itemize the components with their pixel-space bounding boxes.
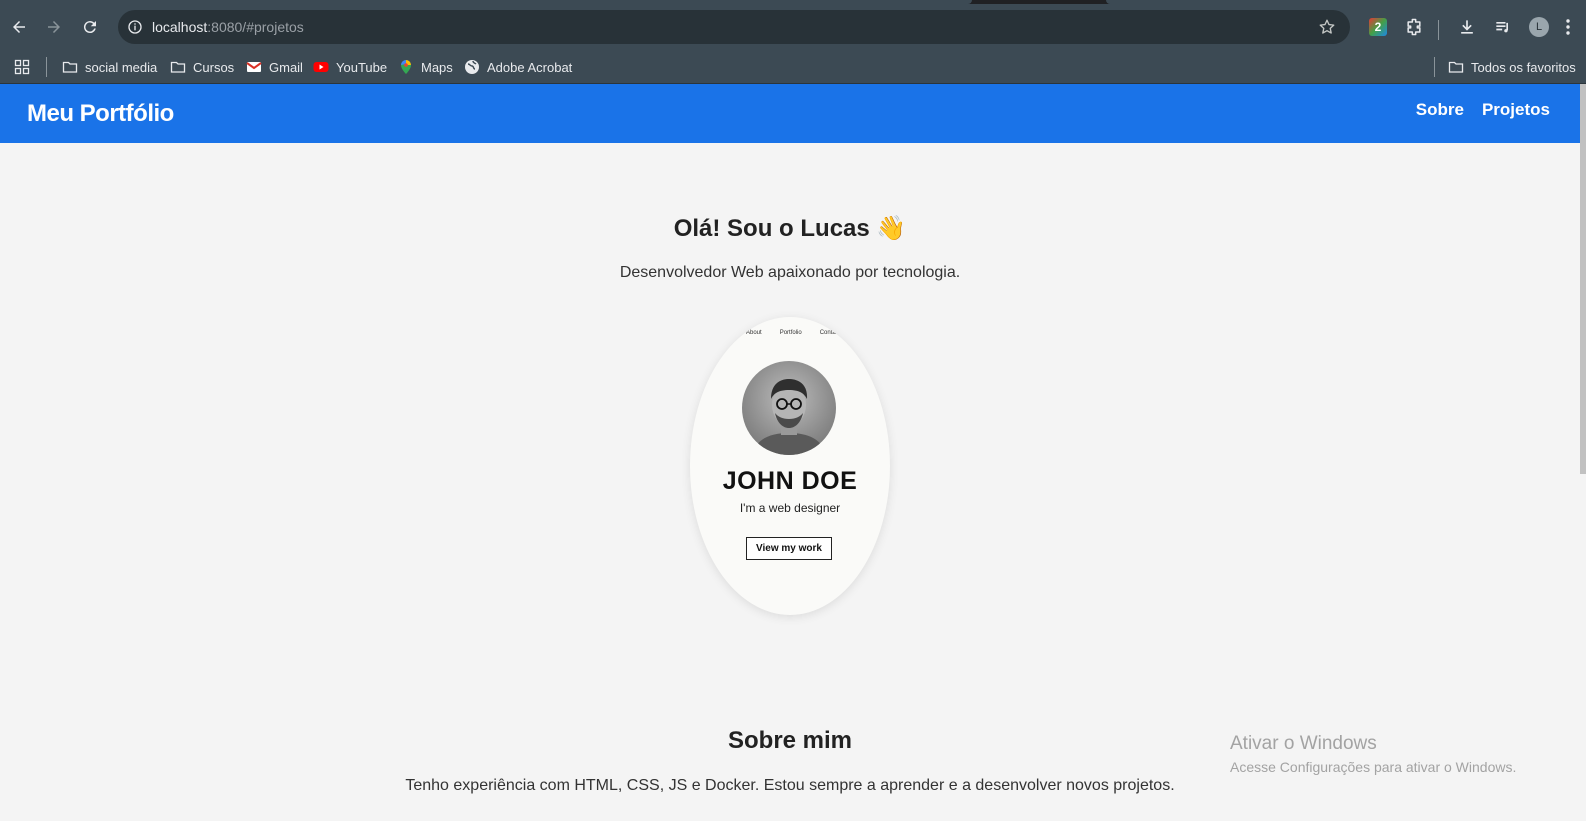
folder-icon	[1448, 61, 1464, 73]
url-host: localhost	[152, 19, 208, 35]
profile-initial: L	[1529, 17, 1549, 37]
bookmark-maps[interactable]: Maps	[398, 56, 453, 78]
bookmark-gmail[interactable]: Gmail	[246, 56, 303, 78]
profile-avatar[interactable]: L	[1527, 15, 1551, 39]
about-text: Tenho experiência com HTML, CSS, JS e Do…	[405, 777, 1175, 794]
globe-icon	[465, 60, 479, 74]
apps-grid-icon[interactable]	[14, 56, 30, 78]
gmail-icon	[246, 62, 262, 72]
watermark-text: Acesse Configurações para ativar o Windo…	[1230, 759, 1517, 775]
bookmark-star-icon[interactable]	[1318, 18, 1336, 41]
browser-toolbar: localhost:8080/#projetos 2 L	[0, 4, 1586, 50]
url-text: localhost:8080/#projetos	[152, 19, 304, 35]
page-scrollbar[interactable]	[1580, 84, 1586, 474]
nav-link-projetos[interactable]: Projetos	[1482, 100, 1550, 120]
bookmark-adobe-acrobat[interactable]: Adobe Acrobat	[464, 56, 572, 78]
extensions-puzzle-icon[interactable]	[1402, 15, 1426, 39]
arrow-right-icon	[48, 21, 60, 33]
bookmark-label: Adobe Acrobat	[487, 59, 573, 75]
download-icon[interactable]	[1455, 15, 1479, 39]
toolbar-divider	[1438, 20, 1439, 40]
site-info-icon[interactable]	[118, 19, 152, 35]
bookmark-label: social media	[85, 59, 158, 75]
extension-badge-count: 2	[1369, 18, 1387, 36]
bookmarks-bar: social media Cursos Gmail YouTube Maps A…	[0, 50, 1586, 84]
hero-title: Olá! Sou o Lucas 👋	[673, 215, 907, 242]
preview-cta-button: View my work	[746, 537, 832, 560]
all-bookmarks-folder[interactable]: Todos os favoritos	[1448, 56, 1576, 78]
bookmark-label: Maps	[421, 59, 453, 75]
arrow-left-icon	[13, 21, 25, 33]
url-path: :8080/#projetos	[207, 19, 304, 35]
bookmark-youtube[interactable]: YouTube	[313, 56, 387, 78]
preview-name: JOHN DOE	[722, 467, 858, 495]
page-viewport: Meu Portfólio Sobre Projetos Olá! Sou o …	[0, 84, 1586, 821]
folder-icon	[62, 61, 78, 73]
site-nav: Sobre Projetos	[1416, 100, 1550, 120]
site-header: Meu Portfólio Sobre Projetos	[0, 84, 1580, 143]
preview-nav-portfolio: Portfolio	[779, 330, 802, 336]
reload-icon	[83, 21, 96, 34]
reload-button[interactable]	[72, 9, 108, 45]
maps-icon	[401, 60, 411, 74]
extension-badge-icon[interactable]: 2	[1366, 15, 1390, 39]
bookmark-label: Gmail	[269, 59, 303, 75]
profile-photo	[742, 361, 836, 455]
watermark-title: Ativar o Windows	[1230, 733, 1377, 754]
media-queue-icon[interactable]	[1491, 15, 1515, 39]
bookmark-social-media[interactable]: social media	[62, 56, 157, 78]
windows-activation-watermark: Ativar o Windows Acesse Configurações pa…	[1230, 733, 1516, 775]
browser-menu-icon[interactable]	[1558, 15, 1578, 39]
preview-nav: About Portfolio Contact	[746, 330, 840, 336]
back-button[interactable]	[1, 9, 37, 45]
address-bar[interactable]: localhost:8080/#projetos	[118, 10, 1350, 44]
forward-button[interactable]	[36, 9, 72, 45]
bookmark-label: YouTube	[336, 59, 388, 75]
site-brand[interactable]: Meu Portfólio	[27, 100, 174, 128]
folder-icon	[170, 61, 186, 73]
portfolio-preview-image: About Portfolio Contact JOHN DOE I'm a w…	[690, 317, 890, 615]
hero-subtitle: Desenvolvedor Web apaixonado por tecnolo…	[619, 264, 961, 281]
preview-role: I'm a web designer	[739, 501, 841, 515]
bookmark-label: Cursos	[193, 59, 235, 75]
bookmarks-divider	[1434, 57, 1435, 77]
preview-nav-contact: Contact	[819, 330, 841, 336]
bookmarks-divider	[46, 57, 47, 77]
bookmark-cursos[interactable]: Cursos	[170, 56, 234, 78]
nav-link-sobre[interactable]: Sobre	[1416, 100, 1464, 120]
youtube-icon	[313, 62, 329, 72]
all-bookmarks-label: Todos os favoritos	[1471, 59, 1576, 75]
preview-nav-about: About	[746, 330, 762, 336]
